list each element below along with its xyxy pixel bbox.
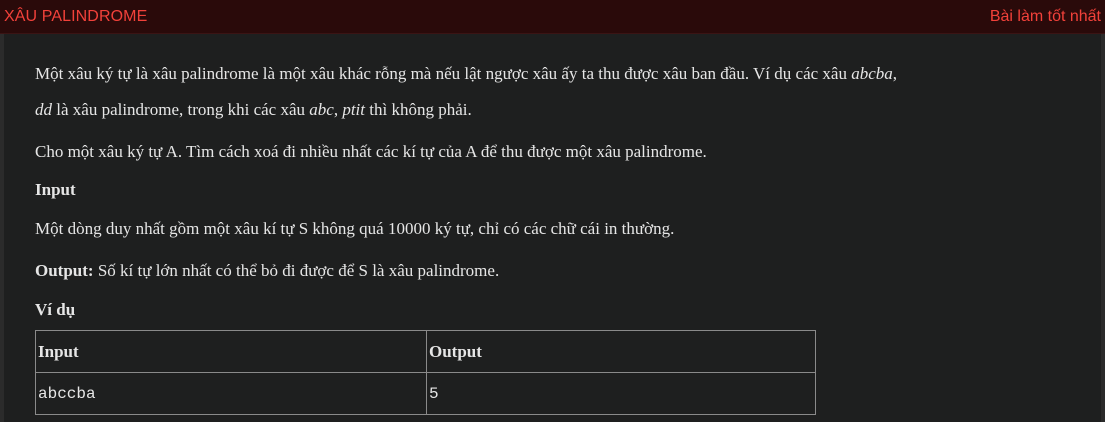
example-input-cell: abccba — [35, 372, 427, 415]
output-text: Số kí tự lớn nhất có thể bỏ đi được để S… — [93, 261, 500, 280]
input-description: Một dòng duy nhất gồm một xâu kí tự S kh… — [35, 219, 675, 238]
problem-statement: Một xâu ký tự là xâu palindrome là một x… — [4, 34, 1101, 422]
example-heading: Ví dụ — [35, 300, 76, 319]
example-non-palindrome-abc: abc — [309, 100, 334, 119]
example-table-header-row: Input Output — [35, 330, 816, 373]
example-palindrome-abcba: abcba — [851, 64, 893, 83]
p1-sep-1: , — [892, 64, 898, 83]
example-palindrome-dd: dd — [35, 100, 52, 119]
output-description: Output: Số kí tự lớn nhất có thể bỏ đi đ… — [35, 261, 499, 281]
example-table: Input Output abccba 5 — [35, 330, 816, 415]
statement-paragraph-1: Một xâu ký tự là xâu palindrome là một x… — [35, 64, 897, 84]
example-output-cell: 5 — [426, 372, 816, 415]
p1-text-c: thì không phải. — [365, 100, 472, 119]
table-row: abccba 5 — [35, 372, 816, 415]
example-header-output: Output — [426, 330, 816, 373]
problem-window: XÂU PALINDROME Bài làm tốt nhất Một xâu … — [0, 0, 1105, 422]
header-bar: XÂU PALINDROME Bài làm tốt nhất — [0, 0, 1105, 34]
best-solutions-link[interactable]: Bài làm tốt nhất — [990, 8, 1101, 26]
output-label: Output: — [35, 261, 94, 280]
input-heading: Input — [35, 180, 76, 199]
example-header-input: Input — [35, 330, 427, 373]
p1-text-a: Một xâu ký tự là xâu palindrome là một x… — [35, 64, 852, 83]
p1-text-b: là xâu palindrome, trong khi các xâu — [52, 100, 310, 119]
statement-paragraph-1-cont: dd là xâu palindrome, trong khi các xâu … — [35, 100, 472, 120]
statement-paragraph-2: Cho một xâu ký tự A. Tìm cách xoá đi nhi… — [35, 142, 707, 161]
problem-title: XÂU PALINDROME — [4, 8, 148, 25]
example-non-palindrome-ptit: ptit — [342, 100, 365, 119]
